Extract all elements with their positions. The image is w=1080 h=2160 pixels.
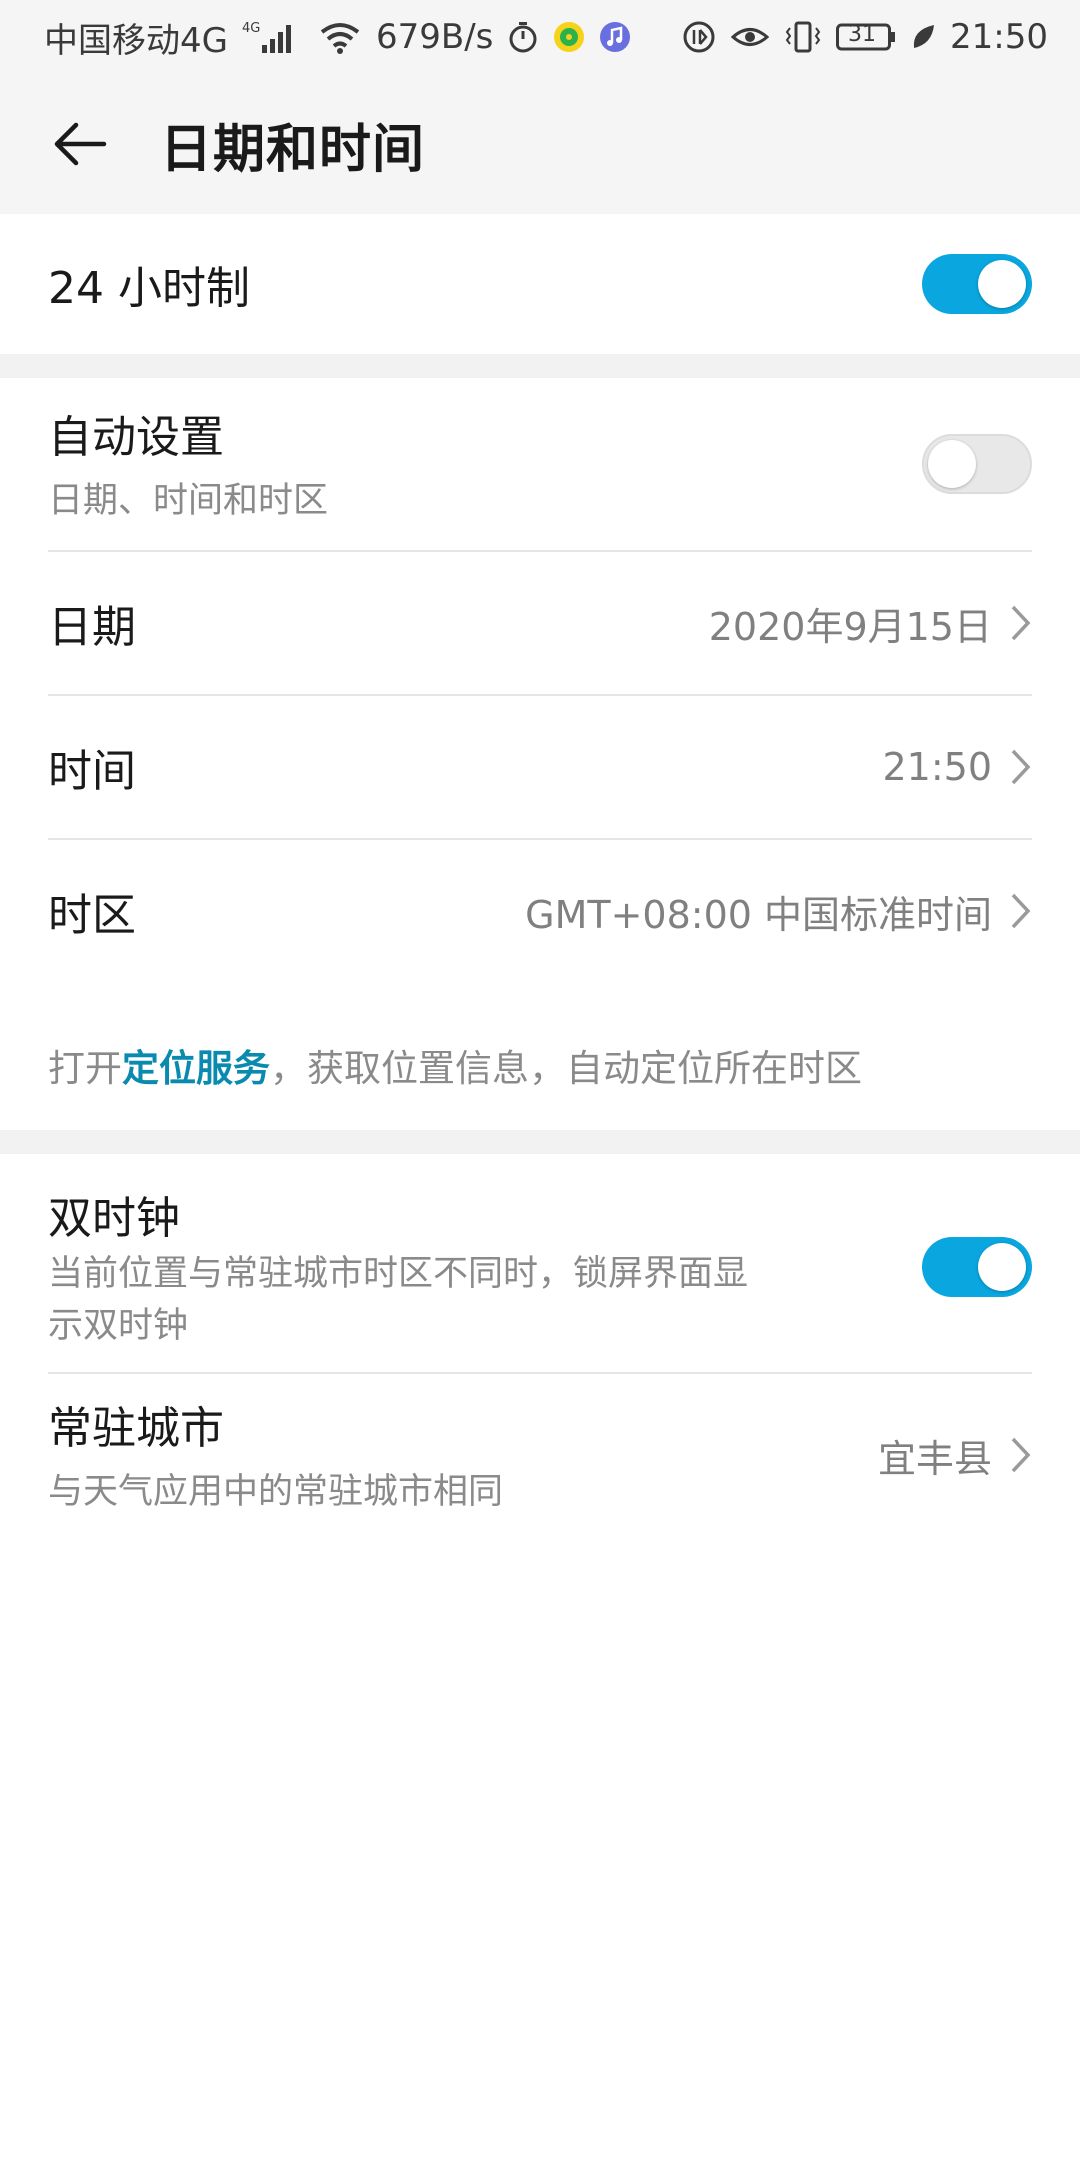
- dual-clock-card: 双时钟 当前位置与常驻城市时区不同时，锁屏界面显 示双时钟 常驻城市 与天气应用…: [0, 1154, 1080, 1534]
- vibrate-icon: [784, 20, 822, 54]
- home-city-value: 宜丰县: [877, 1436, 992, 1481]
- hour24-label: 24 小时制: [48, 263, 250, 314]
- date-row[interactable]: 日期 2020年9月15日: [48, 552, 1032, 694]
- network-badge: 4G: [242, 21, 260, 36]
- eye-comfort-icon: [730, 22, 770, 52]
- status-time: 21:50: [950, 17, 1048, 57]
- network-speed: 679B/s: [375, 17, 494, 57]
- stopwatch-icon: [507, 20, 539, 54]
- chevron-right-icon: [1011, 749, 1031, 785]
- music-note-icon: [599, 21, 631, 53]
- time-value: 21:50: [882, 745, 992, 789]
- time-label: 时间: [48, 746, 136, 797]
- datetime-card: 自动设置 日期、时间和时区 日期 2020年9月15日 时间 21:50 时区 …: [0, 378, 1080, 1130]
- music-app-icon: [553, 21, 585, 53]
- page-title: 日期和时间: [160, 119, 426, 180]
- dual-clock-toggle[interactable]: [922, 1237, 1032, 1297]
- hour24-card: 24 小时制: [0, 214, 1080, 354]
- battery-level: 31: [848, 22, 877, 47]
- divider: [48, 1372, 1032, 1374]
- hint-prefix: 打开: [48, 1047, 122, 1090]
- chevron-right-icon: [1011, 1437, 1031, 1473]
- auto-set-subtitle: 日期、时间和时区: [48, 481, 329, 521]
- back-button[interactable]: [0, 74, 160, 214]
- auto-set-label: 自动设置: [48, 412, 224, 463]
- leaf-icon: [910, 22, 936, 52]
- auto-set-toggle[interactable]: [922, 434, 1032, 494]
- dual-clock-subtitle-line1: 当前位置与常驻城市时区不同时，锁屏界面显: [48, 1254, 749, 1294]
- location-service-link[interactable]: 定位服务: [122, 1047, 270, 1090]
- carrier-text: 中国移动4G: [44, 20, 228, 61]
- arrow-left-icon: [54, 122, 107, 166]
- timezone-value: GMT+08:00 中国标准时间: [525, 892, 992, 937]
- app-bar: 日期和时间: [0, 74, 1080, 214]
- time-row[interactable]: 时间 21:50: [48, 696, 1032, 838]
- timezone-row[interactable]: 时区 GMT+08:00 中国标准时间: [48, 840, 1032, 982]
- timezone-label: 时区: [48, 890, 136, 941]
- home-city-subtitle: 与天气应用中的常驻城市相同: [48, 1472, 504, 1512]
- date-value: 2020年9月15日: [708, 604, 992, 649]
- battery-icon: 31: [836, 22, 896, 52]
- dual-clock-label: 双时钟: [48, 1193, 180, 1244]
- dual-clock-row[interactable]: 双时钟 当前位置与常驻城市时区不同时，锁屏界面显 示双时钟: [48, 1182, 1032, 1352]
- auto-set-row[interactable]: 自动设置 日期、时间和时区: [48, 378, 1032, 550]
- chevron-right-icon: [1011, 605, 1031, 641]
- wifi-icon: [318, 20, 362, 54]
- dual-clock-subtitle: 当前位置与常驻城市时区不同时，锁屏界面显 示双时钟: [48, 1248, 848, 1352]
- date-label: 日期: [48, 602, 136, 653]
- section-gap: [0, 354, 1080, 378]
- hour24-row[interactable]: 24 小时制: [48, 214, 1032, 354]
- data-saver-icon: [682, 20, 716, 54]
- section-gap: [0, 1130, 1080, 1154]
- dual-clock-subtitle-line2: 示双时钟: [48, 1306, 189, 1346]
- hour24-toggle[interactable]: [922, 254, 1032, 314]
- hint-suffix: ，获取位置信息，自动定位所在时区: [270, 1047, 862, 1090]
- status-bar: 中国移动4G 4G 679B/s 31 21:50: [0, 0, 1080, 74]
- home-city-row[interactable]: 常驻城市 与天气应用中的常驻城市相同 宜丰县: [48, 1380, 1032, 1530]
- home-city-label: 常驻城市: [48, 1403, 224, 1454]
- chevron-right-icon: [1011, 893, 1031, 929]
- location-hint: 打开定位服务，获取位置信息，自动定位所在时区: [48, 1038, 1032, 1092]
- signal-icon: 4G: [242, 19, 304, 55]
